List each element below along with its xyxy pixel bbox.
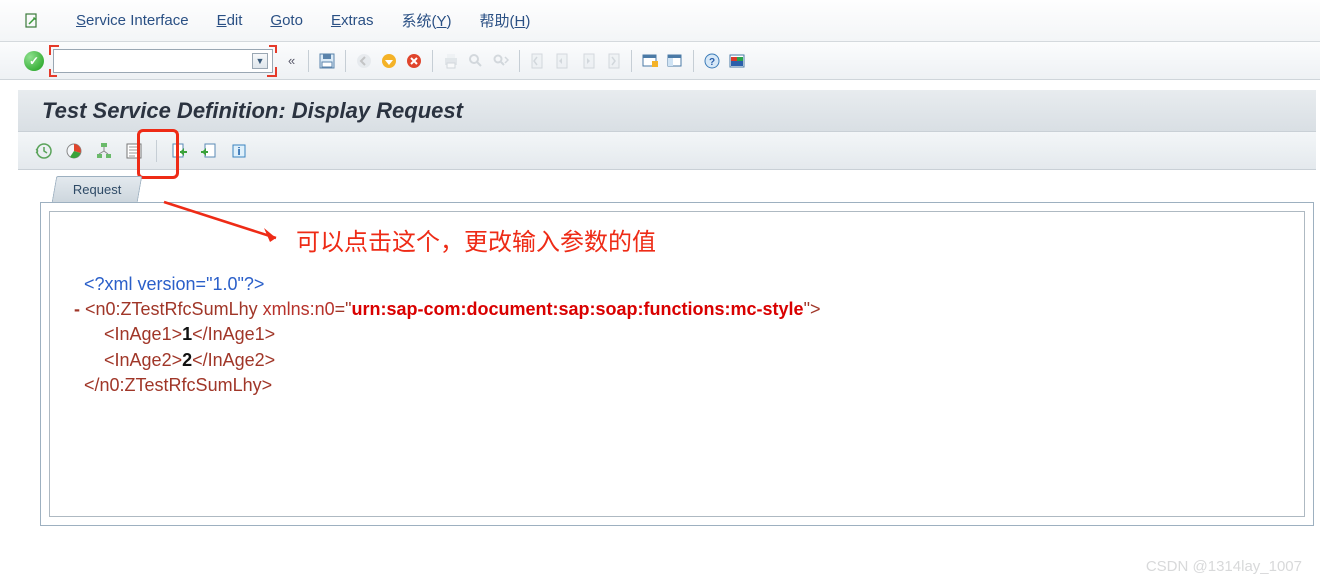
exit-icon[interactable] xyxy=(378,50,400,72)
print-icon xyxy=(440,50,462,72)
info-icon[interactable]: i xyxy=(227,139,251,163)
annotation-text: 可以点击这个，更改输入参数的值 xyxy=(296,222,656,257)
menu-system[interactable]: 系统(Y) xyxy=(401,10,451,31)
menu-extras[interactable]: Extras xyxy=(331,12,374,29)
xml-line: - <n0:ZTestRfcSumLhy xmlns:n0="urn:sap-c… xyxy=(74,297,1280,322)
xml-view: <?xml version="1.0"?> - <n0:ZTestRfcSumL… xyxy=(49,211,1305,517)
new-session-icon[interactable] xyxy=(639,50,661,72)
app-toolbar: i xyxy=(18,132,1316,170)
xml-line: <InAge1>1</InAge1> xyxy=(74,322,1280,347)
separator xyxy=(631,50,632,72)
page-title: Test Service Definition: Display Request xyxy=(42,98,463,124)
tab-request[interactable]: Request xyxy=(52,176,143,202)
command-field[interactable]: ▼ xyxy=(53,49,273,73)
last-page-icon xyxy=(602,50,624,72)
import-icon[interactable] xyxy=(167,139,191,163)
watermark: CSDN @1314lay_1007 xyxy=(1146,558,1302,575)
command-field-wrap: ▼ xyxy=(53,49,273,73)
main-toolbar: ✓ ▼ « ? xyxy=(0,42,1320,80)
svg-text:i: i xyxy=(237,146,240,158)
menu-help[interactable]: 帮助(H) xyxy=(480,10,531,31)
pie-icon[interactable] xyxy=(62,139,86,163)
xml-line: <InAge2>2</InAge2> xyxy=(74,348,1280,373)
back-icon xyxy=(353,50,375,72)
page-title-row: Test Service Definition: Display Request xyxy=(18,90,1316,132)
xml-line: </n0:ZTestRfcSumLhy> xyxy=(74,373,1280,398)
tab-strip: Request xyxy=(40,174,1314,202)
menu-service-interface[interactable]: Service Interface xyxy=(76,12,189,29)
tab-body: <?xml version="1.0"?> - <n0:ZTestRfcSumL… xyxy=(40,202,1314,526)
find-next-icon xyxy=(490,50,512,72)
export-icon[interactable] xyxy=(197,139,221,163)
ok-icon[interactable]: ✓ xyxy=(24,51,44,71)
xml-editor-icon[interactable] xyxy=(122,139,146,163)
first-page-icon xyxy=(527,50,549,72)
document-icon xyxy=(24,13,40,29)
chevron-down-icon[interactable]: ▼ xyxy=(252,53,268,69)
find-icon xyxy=(465,50,487,72)
separator xyxy=(519,50,520,72)
separator xyxy=(308,50,309,72)
xml-line: <?xml version="1.0"?> xyxy=(74,272,1280,297)
tab-area: Request <?xml version="1.0"?> - <n0:ZTes… xyxy=(40,174,1314,526)
menubar: Service Interface Edit Goto Extras 系统(Y)… xyxy=(0,0,1320,42)
separator xyxy=(156,140,157,162)
separator xyxy=(432,50,433,72)
layout-icon[interactable] xyxy=(664,50,686,72)
cancel-icon[interactable] xyxy=(403,50,425,72)
separator xyxy=(693,50,694,72)
help-icon[interactable]: ? xyxy=(701,50,723,72)
collapse-icon[interactable]: « xyxy=(282,53,301,68)
svg-text:?: ? xyxy=(709,57,715,68)
prev-page-icon xyxy=(552,50,574,72)
next-page-icon xyxy=(577,50,599,72)
history-icon[interactable] xyxy=(32,139,56,163)
save-icon[interactable] xyxy=(316,50,338,72)
menu-goto[interactable]: Goto xyxy=(270,12,303,29)
tree-icon[interactable] xyxy=(92,139,116,163)
separator xyxy=(345,50,346,72)
color-icon[interactable] xyxy=(726,50,748,72)
menu-edit[interactable]: Edit xyxy=(217,12,243,29)
